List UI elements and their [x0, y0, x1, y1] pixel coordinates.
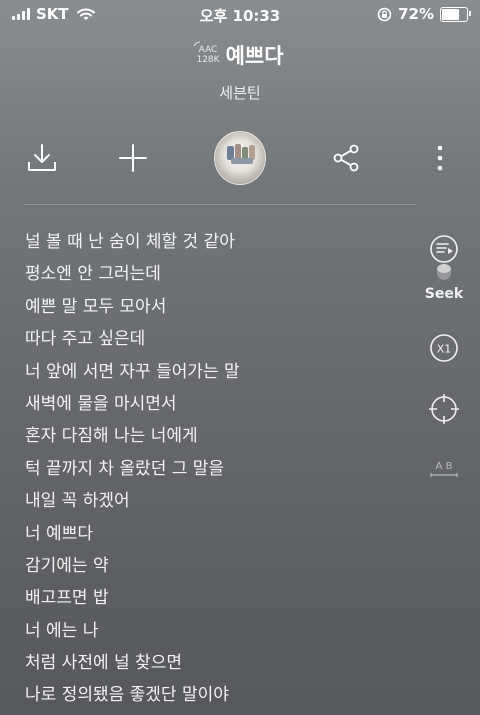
lyric-line[interactable]: 감기에는 약 [25, 550, 415, 582]
more-icon [437, 145, 443, 171]
album-art-button[interactable] [214, 131, 266, 185]
ab-repeat-button[interactable]: A B [420, 458, 468, 486]
download-icon [28, 144, 56, 171]
ab-label: A B [436, 461, 453, 472]
lyric-line[interactable]: 나로 정의됐음 좋겠단 말이야 [25, 679, 415, 711]
lyric-line[interactable]: 널 볼 때 난 숨이 체할 것 같아 [25, 226, 415, 258]
seek-label: Seek [424, 286, 464, 302]
add-button[interactable] [113, 132, 153, 184]
artist-name[interactable]: 세븐틴 [0, 82, 480, 103]
seek-control[interactable]: Seek [420, 234, 468, 302]
lyric-line[interactable]: 너 예쁘다 [25, 518, 415, 550]
share-button[interactable] [326, 132, 366, 184]
lyric-line[interactable]: 내일 꼭 하겠어 [25, 485, 415, 517]
orientation-lock-icon [377, 7, 392, 21]
status-bar: SKT 오후 10:33 72% [0, 0, 480, 30]
action-bar [0, 131, 480, 185]
divider [24, 204, 416, 205]
codec-badge: AAC 128K [194, 41, 220, 65]
lyric-line[interactable]: 너 앞에 서면 자꾸 들어가는 말 [25, 356, 415, 388]
lyric-line[interactable]: 혼자 다짐해 나는 너에게 [25, 420, 415, 452]
now-playing-header: AAC 128K 예쁘다 [0, 40, 480, 70]
codec-arc-icon [194, 41, 201, 47]
lyrics-list[interactable]: 널 볼 때 난 숨이 체할 것 같아 평소엔 안 그러는데 예쁜 말 모두 모아서 따… [25, 226, 415, 712]
lyric-line[interactable]: 따다 주고 싶은데 [25, 323, 415, 355]
ab-repeat-icon: A B [430, 461, 458, 477]
lyric-line[interactable]: 너 에는 나 [25, 615, 415, 647]
codec-bitrate: 128K [196, 55, 220, 65]
battery-icon [440, 6, 471, 22]
song-title[interactable]: 예쁘다 [226, 40, 284, 70]
lyric-line[interactable]: 배고프면 밥 [25, 582, 415, 614]
lyric-line[interactable]: 새벽에 물을 마시면서 [25, 388, 415, 420]
lyric-line[interactable]: 예쁜 말 모두 모아서 [25, 291, 415, 323]
speed-label: X1 [437, 343, 452, 356]
lyric-line[interactable]: 턱 끝까지 차 올랐던 그 말을 [25, 453, 415, 485]
speed-icon: X1 [430, 334, 458, 362]
battery-percent: 72% [398, 5, 434, 23]
crosshair-icon [429, 394, 459, 424]
lyric-line[interactable]: 평소엔 안 그러는데 [25, 258, 415, 290]
album-art [214, 131, 266, 185]
speed-button[interactable]: X1 [420, 333, 468, 367]
share-icon [333, 144, 359, 172]
add-icon [119, 144, 147, 172]
more-button[interactable] [425, 132, 455, 184]
lyric-line[interactable]: 처럼 사전에 널 찾으면 [25, 647, 415, 679]
locate-button[interactable] [420, 393, 468, 429]
seek-icon [430, 235, 458, 280]
download-button[interactable] [22, 132, 62, 184]
